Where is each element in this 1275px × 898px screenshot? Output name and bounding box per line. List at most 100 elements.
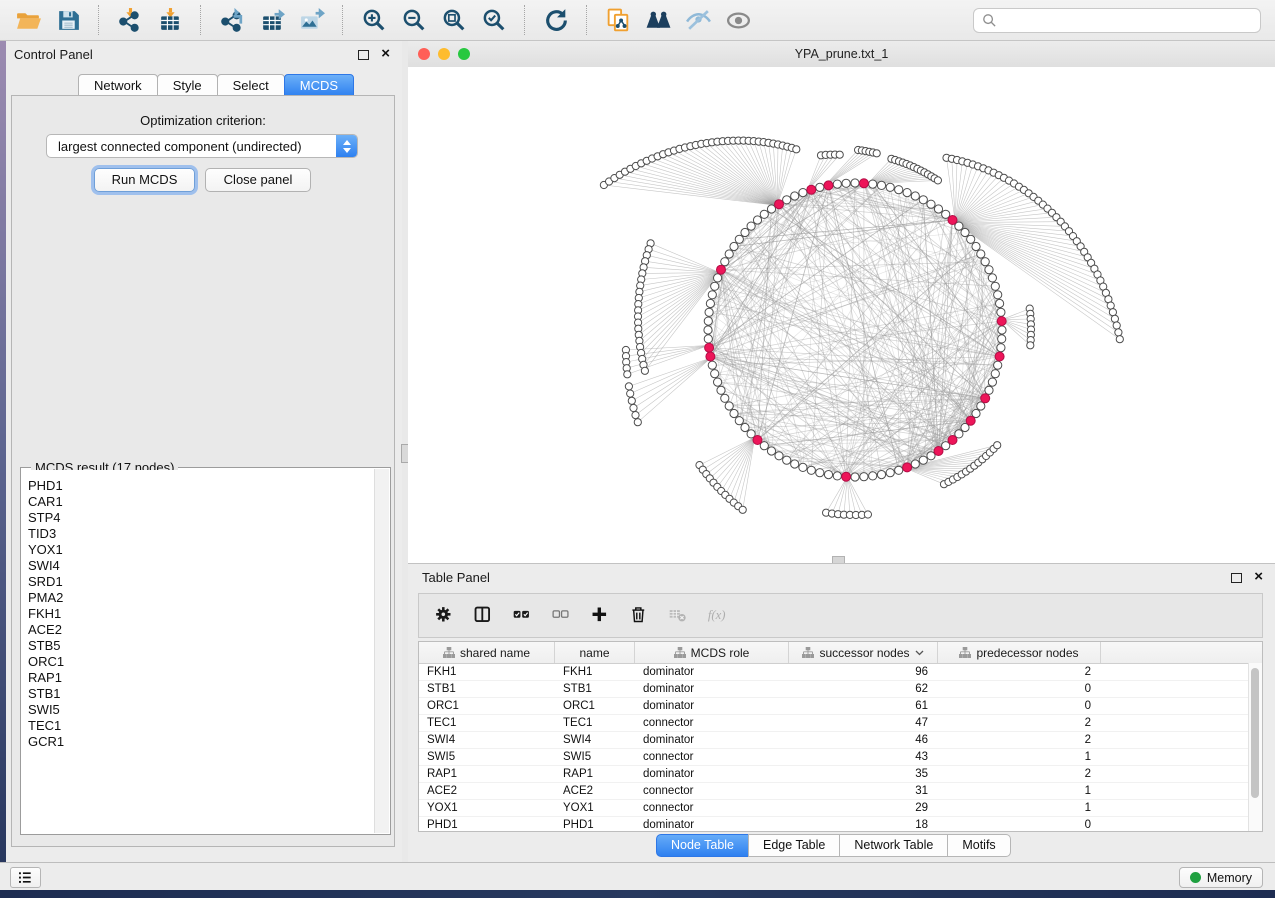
table-cell: FKH1 (419, 664, 555, 680)
toolbar-separator (586, 5, 588, 35)
mcds-list-scrollbar[interactable] (374, 469, 389, 833)
application-window: Control Panel × NetworkStyleSelectMCDS O… (0, 0, 1275, 898)
settings-button[interactable] (432, 603, 458, 629)
column-header-name[interactable]: name (555, 642, 635, 663)
tab-select[interactable]: Select (217, 74, 285, 97)
table-row[interactable]: ORC1ORC1dominator610 (419, 698, 1262, 715)
select-all-button[interactable] (510, 603, 536, 629)
column-header-successor-nodes[interactable]: successor nodes (789, 642, 938, 663)
close-panel-icon[interactable]: × (381, 45, 390, 63)
mcds-tab-content: Optimization criterion: largest connecte… (11, 95, 395, 847)
split-view-button[interactable] (471, 603, 497, 629)
toolbar-icon-groups (8, 4, 758, 36)
task-history-button[interactable] (10, 867, 41, 888)
column-header-predecessor-nodes[interactable]: predecessor nodes (938, 642, 1101, 663)
search-input[interactable] (997, 13, 1260, 29)
network-window-titlebar[interactable]: YPA_prune.txt_1 (408, 41, 1275, 68)
refresh-view-button[interactable] (538, 4, 574, 36)
zoom-fit-button[interactable] (436, 4, 472, 36)
list-item[interactable]: SWI5 (22, 702, 375, 718)
node-table[interactable]: shared namenameMCDS rolesuccessor nodesp… (418, 641, 1263, 832)
clone-network-icon (605, 7, 632, 34)
table-row[interactable]: SWI4SWI4dominator462 (419, 732, 1262, 749)
list-item[interactable]: CAR1 (22, 494, 375, 510)
tab-edge-table[interactable]: Edge Table (748, 834, 840, 857)
tab-motifs[interactable]: Motifs (947, 834, 1010, 857)
deselect-all-button[interactable] (549, 603, 575, 629)
close-panel-icon[interactable]: × (1254, 568, 1263, 586)
list-item[interactable]: ACE2 (22, 622, 375, 638)
table-row[interactable]: PHD1PHD1dominator180 (419, 817, 1262, 832)
export-network-button[interactable] (214, 4, 250, 36)
open-session-button[interactable] (10, 4, 46, 36)
list-item[interactable]: FKH1 (22, 606, 375, 622)
zoom-selected-icon (481, 7, 508, 34)
import-table-button[interactable] (152, 4, 188, 36)
criterion-dropdown[interactable]: largest connected component (undirected) (46, 134, 358, 158)
list-item[interactable]: TID3 (22, 526, 375, 542)
table-cell: 29 (789, 800, 938, 816)
table-cell: SWI5 (419, 749, 555, 765)
run-mcds-button[interactable]: Run MCDS (94, 168, 195, 192)
import-network-button[interactable] (112, 4, 148, 36)
search-box[interactable] (973, 8, 1261, 33)
mcds-result-list[interactable]: PHD1CAR1STP4TID3YOX1SWI4SRD1PMA2FKH1ACE2… (22, 470, 375, 833)
function-builder-button[interactable]: f(x) (705, 603, 731, 629)
zoom-out-button[interactable] (396, 4, 432, 36)
tab-node-table[interactable]: Node Table (656, 834, 749, 857)
table-row[interactable]: STB1STB1dominator620 (419, 681, 1262, 698)
export-table-icon (259, 7, 286, 34)
tab-mcds[interactable]: MCDS (284, 74, 354, 97)
tab-network[interactable]: Network (78, 74, 158, 97)
list-item[interactable]: PHD1 (22, 478, 375, 494)
column-header-shared-name[interactable]: shared name (419, 642, 555, 663)
list-item[interactable]: PMA2 (22, 590, 375, 606)
clone-network-button[interactable] (600, 4, 636, 36)
float-window-icon[interactable] (358, 50, 369, 60)
table-row[interactable]: SWI5SWI5connector431 (419, 749, 1262, 766)
save-session-button[interactable] (50, 4, 86, 36)
tab-network-table[interactable]: Network Table (839, 834, 948, 857)
table-row[interactable]: RAP1RAP1dominator352 (419, 766, 1262, 783)
table-row[interactable]: FKH1FKH1dominator962 (419, 664, 1262, 681)
column-header-MCDS-role[interactable]: MCDS role (635, 642, 789, 663)
hide-selected-icon (685, 7, 712, 34)
table-scrollbar-thumb[interactable] (1251, 668, 1259, 798)
list-item[interactable]: YOX1 (22, 542, 375, 558)
table-row[interactable]: TEC1TEC1connector472 (419, 715, 1262, 732)
table-row[interactable]: ACE2ACE2connector311 (419, 783, 1262, 800)
list-item[interactable]: SWI4 (22, 558, 375, 574)
table-row[interactable]: YOX1YOX1connector291 (419, 800, 1262, 817)
table-scrollbar[interactable] (1248, 663, 1262, 831)
show-all-icon (725, 7, 752, 34)
delete-table-button[interactable] (666, 603, 692, 629)
close-panel-button[interactable]: Close panel (205, 168, 311, 192)
list-item[interactable]: ORC1 (22, 654, 375, 670)
export-image-button[interactable] (294, 4, 330, 36)
memory-button[interactable]: Memory (1179, 867, 1263, 888)
float-window-icon[interactable] (1231, 573, 1242, 583)
list-item[interactable]: TEC1 (22, 718, 375, 734)
table-cell: 61 (789, 698, 938, 714)
hide-selected-button[interactable] (680, 4, 716, 36)
list-item[interactable]: GCR1 (22, 734, 375, 750)
add-column-button[interactable] (588, 603, 614, 629)
list-item[interactable]: RAP1 (22, 670, 375, 686)
delete-column-button[interactable] (627, 603, 653, 629)
import-table-icon (157, 7, 184, 34)
table-cell: 1 (938, 800, 1101, 816)
table-cell: connector (635, 749, 789, 765)
zoom-in-button[interactable] (356, 4, 392, 36)
first-neighbors-button[interactable] (640, 4, 676, 36)
control-panel: Control Panel × NetworkStyleSelectMCDS O… (6, 41, 402, 862)
zoom-selected-button[interactable] (476, 4, 512, 36)
network-view-canvas[interactable] (408, 67, 1275, 563)
list-item[interactable]: STB1 (22, 686, 375, 702)
table-cell: ACE2 (419, 783, 555, 799)
list-item[interactable]: STB5 (22, 638, 375, 654)
list-item[interactable]: STP4 (22, 510, 375, 526)
show-all-button[interactable] (720, 4, 756, 36)
list-item[interactable]: SRD1 (22, 574, 375, 590)
tab-style[interactable]: Style (157, 74, 218, 97)
export-table-button[interactable] (254, 4, 290, 36)
